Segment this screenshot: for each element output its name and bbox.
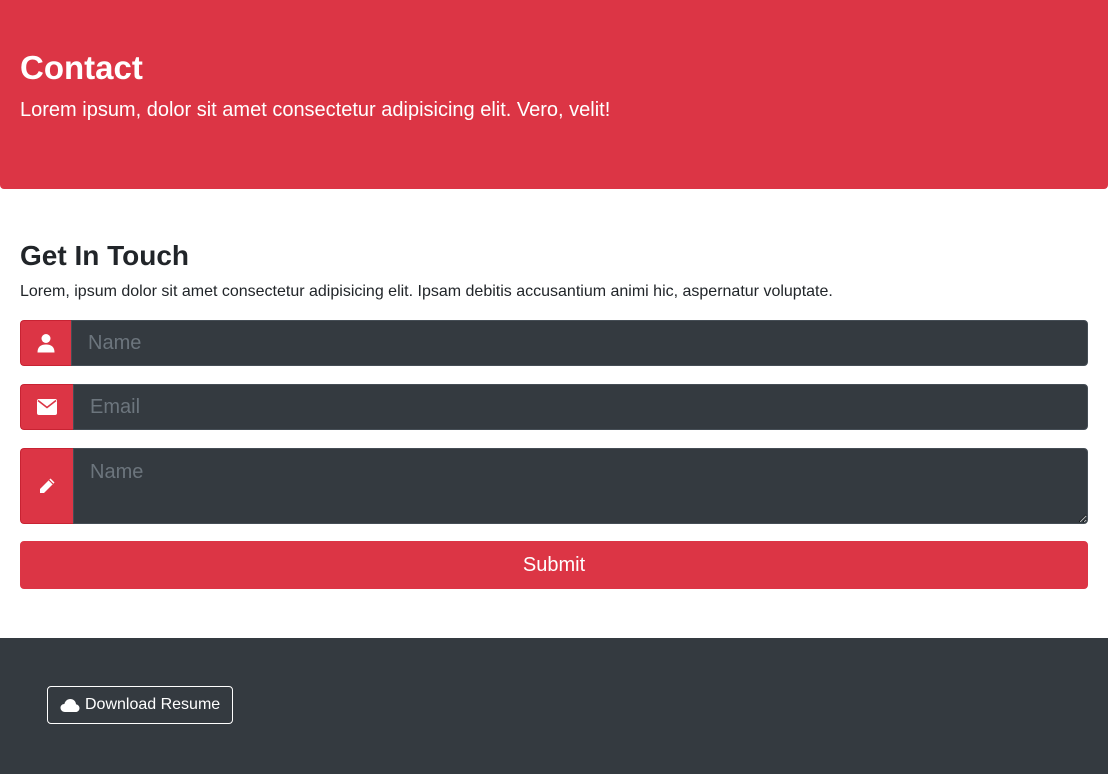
page-subtitle: Lorem ipsum, dolor sit amet consectetur … xyxy=(20,99,611,121)
cloud-icon xyxy=(60,698,80,712)
page-title: Contact xyxy=(20,49,143,86)
pencil-icon xyxy=(37,476,57,496)
download-resume-label: Download Resume xyxy=(85,696,221,713)
email-input[interactable] xyxy=(73,384,1088,430)
section-description: Lorem, ipsum dolor sit amet consectetur … xyxy=(20,283,833,300)
message-input-group xyxy=(20,448,1088,524)
envelope-icon xyxy=(37,399,57,415)
name-input-group xyxy=(20,320,1088,366)
email-addon xyxy=(20,384,73,430)
message-textarea[interactable] xyxy=(73,448,1088,524)
message-addon xyxy=(20,448,73,524)
name-input[interactable] xyxy=(71,320,1088,366)
email-input-group xyxy=(20,384,1088,430)
name-addon xyxy=(20,320,71,366)
user-icon xyxy=(36,333,56,353)
section-title: Get In Touch xyxy=(20,240,190,271)
page-footer: Download Resume xyxy=(0,638,1108,774)
submit-button[interactable]: Submit xyxy=(20,541,1088,589)
download-resume-button[interactable]: Download Resume xyxy=(47,686,234,724)
page-header: Contact Lorem ipsum, dolor sit amet cons… xyxy=(0,0,1108,189)
